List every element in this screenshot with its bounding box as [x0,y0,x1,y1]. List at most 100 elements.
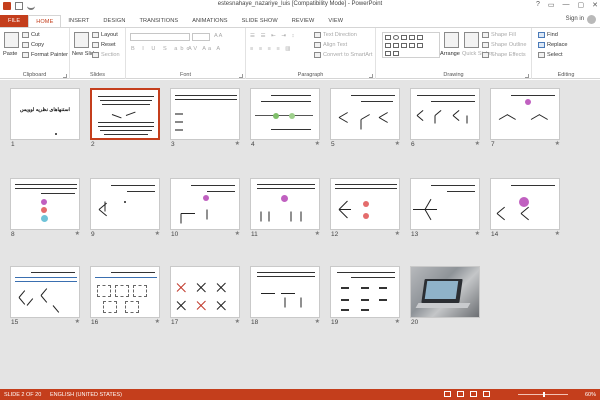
shape-effects-button[interactable]: Shape Effects [482,52,526,58]
transition-star-icon[interactable]: ★ [315,318,320,325]
reset-button[interactable]: Reset [92,42,116,48]
slide-sorter[interactable]: استنهاهای نظریه لوویس 1 2 3 ★ 4 ★ 5 ★ 6 … [0,80,600,389]
transition-star-icon[interactable]: ★ [395,230,400,237]
paste-button[interactable]: Paste [3,51,17,57]
line-shape-icon[interactable] [401,35,407,40]
transition-star-icon[interactable]: ★ [235,318,240,325]
flowchart-shape-icon[interactable] [385,51,391,56]
arrange-button[interactable]: Arrange [440,51,460,57]
slide-preview[interactable] [90,178,160,230]
language-indicator[interactable]: ENGLISH (UNITED STATES) [50,392,122,398]
slide-thumbnail[interactable]: 6 ★ [410,88,480,148]
help-button[interactable]: ? [536,1,540,9]
transition-star-icon[interactable]: ★ [555,140,560,147]
slide-thumbnail[interactable]: 10 ★ [170,178,240,238]
oval-shape-icon[interactable] [393,35,399,40]
slide-thumbnail[interactable]: 5 ★ [330,88,400,148]
avatar[interactable] [587,15,596,24]
normal-view-icon[interactable] [444,391,451,397]
tab-slide-show[interactable]: SLIDE SHOW [235,15,285,27]
slide-thumbnail[interactable]: 17 ★ [170,266,240,326]
transition-star-icon[interactable]: ★ [155,230,160,237]
tab-review[interactable]: REVIEW [285,15,322,27]
format-painter-button[interactable]: Format Painter [22,52,68,58]
font-size-select[interactable] [192,33,210,41]
maximize-button[interactable]: ▢ [578,1,585,9]
font-dialog-launcher-icon[interactable] [239,74,243,78]
replace-button[interactable]: Replace [538,42,568,48]
arrow-shape-icon[interactable] [409,35,415,40]
slide-thumbnail[interactable]: 13 ★ [410,178,480,238]
slide-preview[interactable] [250,88,320,140]
align-buttons[interactable]: ≡ ≡ ≡ ≡ ▥ [250,46,293,52]
clipboard-dialog-launcher-icon[interactable] [63,74,67,78]
slide-preview[interactable] [10,178,80,230]
minimize-button[interactable]: — [563,1,570,9]
sign-in-link[interactable]: Sign in [566,16,584,22]
transition-star-icon[interactable]: ★ [155,318,160,325]
callout-shape-icon[interactable] [409,43,415,48]
align-text-button[interactable]: Align Text [314,42,347,48]
tab-file[interactable]: FILE [0,15,29,27]
slide-thumbnail[interactable]: 4 ★ [250,88,320,148]
slide-preview[interactable] [170,88,240,140]
list-buttons[interactable]: ☰ ☰ ⇤ ⇥ ↕ [250,33,296,39]
zoom-level[interactable]: 60% [585,392,596,398]
section-button[interactable]: Section [92,52,120,58]
slide-preview[interactable] [250,266,320,318]
copy-button[interactable]: Copy [22,42,44,48]
cut-button[interactable]: Cut [22,32,40,38]
transition-star-icon[interactable]: ★ [315,140,320,147]
reading-view-icon[interactable] [470,391,477,397]
slide-thumbnail[interactable]: 11 ★ [250,178,320,238]
shape-outline-button[interactable]: Shape Outline [482,42,526,48]
slide-sorter-view-icon[interactable] [457,391,464,397]
brace-shape-icon[interactable] [401,43,407,48]
slide-preview[interactable] [490,178,560,230]
drawing-dialog-launcher-icon[interactable] [525,74,529,78]
star-shape-icon[interactable] [393,43,399,48]
transition-star-icon[interactable]: ★ [555,230,560,237]
slide-preview[interactable] [410,88,480,140]
slide-thumbnail[interactable]: 9 ★ [90,178,160,238]
slide-preview[interactable] [410,178,480,230]
slide-preview[interactable] [170,266,240,318]
slide-thumbnail[interactable]: 7 ★ [490,88,560,148]
tab-animations[interactable]: ANIMATIONS [185,15,234,27]
slide-thumbnail[interactable]: 18 ★ [250,266,320,326]
slide-preview[interactable] [410,266,480,318]
slide-thumbnail[interactable]: 14 ★ [490,178,560,238]
slide-thumbnail-selected[interactable]: 2 [90,88,160,148]
tab-design[interactable]: DESIGN [96,15,132,27]
slide-thumbnail[interactable]: 15 ★ [10,266,80,326]
transition-star-icon[interactable]: ★ [315,230,320,237]
zoom-slider-handle[interactable] [543,392,545,397]
transition-star-icon[interactable]: ★ [235,230,240,237]
slide-thumbnail[interactable]: 12 ★ [330,178,400,238]
font-name-select[interactable] [130,33,190,41]
font-case-buttons[interactable]: AV Aa A [188,46,222,52]
curve-shape-icon[interactable] [393,51,399,56]
transition-star-icon[interactable]: ★ [475,140,480,147]
tab-home[interactable]: HOME [28,15,62,27]
paragraph-dialog-launcher-icon[interactable] [369,74,373,78]
convert-smartart-button[interactable]: Convert to SmartArt [314,52,372,58]
slide-thumbnail[interactable]: 19 ★ [330,266,400,326]
font-format-buttons[interactable]: B I U S abc [131,46,192,52]
shape-fill-button[interactable]: Shape Fill [482,32,516,38]
slide-preview[interactable] [490,88,560,140]
find-button[interactable]: Find [538,32,558,38]
slide-preview[interactable] [170,178,240,230]
slide-preview[interactable] [90,88,160,140]
rectangle-shape-icon[interactable] [385,35,391,40]
ribbon-display-button[interactable]: ▭ [548,1,555,9]
slide-preview[interactable] [330,88,400,140]
layout-button[interactable]: Layout [92,32,118,38]
textbox-shape-icon[interactable] [385,43,391,48]
transition-star-icon[interactable]: ★ [75,318,80,325]
select-button[interactable]: Select [538,52,563,58]
text-direction-button[interactable]: Text Direction [314,32,357,38]
shapes-gallery[interactable] [382,32,440,58]
slide-thumbnail[interactable]: 3 ★ [170,88,240,148]
close-button[interactable]: ✕ [592,1,598,9]
